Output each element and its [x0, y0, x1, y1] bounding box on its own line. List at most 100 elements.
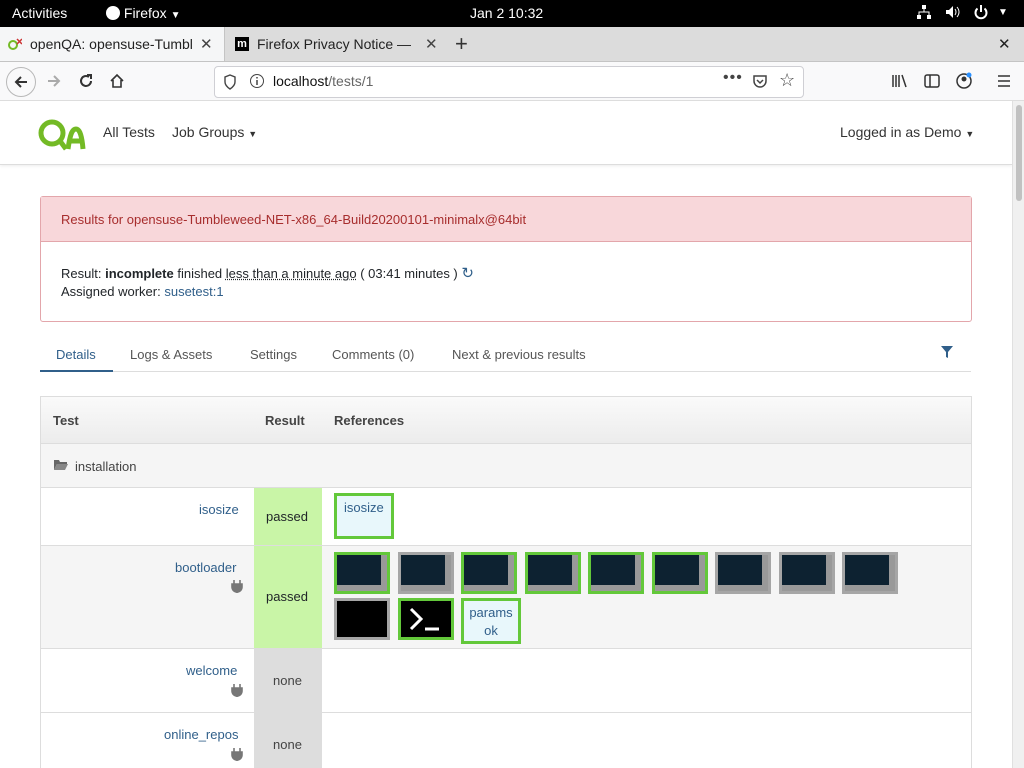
- power-icon[interactable]: [973, 4, 989, 23]
- tab-settings[interactable]: Settings: [250, 347, 297, 362]
- reference-isosize[interactable]: isosize: [334, 493, 394, 539]
- url-text: localhost/tests/1: [273, 73, 374, 89]
- sidebar-button[interactable]: [918, 68, 946, 94]
- caret-down-icon: ▼: [248, 129, 258, 139]
- account-button[interactable]: [950, 68, 978, 94]
- tab-openqa[interactable]: openQA: opensuse-Tumbl ✕: [0, 27, 225, 61]
- result-value: incomplete: [105, 266, 174, 281]
- menu-icon: [998, 75, 1010, 87]
- screenshot-thumbnail[interactable]: [652, 552, 708, 594]
- screenshot-thumbnail[interactable]: [334, 552, 390, 594]
- result-text: none: [273, 673, 302, 688]
- page-scrollbar[interactable]: [1012, 101, 1024, 768]
- time-ago: less than a minute ago: [225, 266, 357, 281]
- reload-icon: [80, 74, 92, 87]
- firefox-app-menu[interactable]: Firefox ▼: [106, 5, 180, 21]
- job-groups-dropdown[interactable]: Job Groups ▼: [172, 124, 257, 140]
- duration: ( 03:41 minutes ): [360, 266, 458, 281]
- page-actions-icon[interactable]: •••: [723, 69, 743, 87]
- openqa-navbar: All Tests Job Groups ▼ Logged in as Demo…: [0, 101, 1012, 165]
- col-references: References: [334, 413, 405, 428]
- close-window-button[interactable]: ✕: [998, 35, 1011, 53]
- activities-button[interactable]: Activities: [12, 5, 67, 21]
- forward-button[interactable]: [40, 68, 68, 94]
- screenshot-thumbnail[interactable]: [398, 552, 454, 594]
- web-page: All Tests Job Groups ▼ Logged in as Demo…: [0, 101, 1012, 768]
- tab-details-label: Details: [56, 347, 96, 362]
- tab-details[interactable]: Details: [40, 337, 113, 372]
- pocket-icon[interactable]: [752, 73, 768, 92]
- test-name-link[interactable]: bootloader: [175, 560, 236, 575]
- home-button[interactable]: [103, 68, 131, 94]
- col-result: Result: [265, 413, 305, 428]
- test-name-link[interactable]: isosize: [199, 502, 239, 517]
- table-row: welcome none: [41, 649, 971, 713]
- openqa-logo[interactable]: [38, 119, 86, 156]
- forward-arrow-icon: [48, 75, 61, 87]
- restart-icon[interactable]: ↻: [461, 265, 474, 282]
- openqa-favicon-icon: [8, 37, 23, 51]
- test-name-link[interactable]: online_repos: [164, 727, 238, 742]
- worker-line: Assigned worker: susetest:1: [61, 284, 224, 299]
- screenshot-thumbnail[interactable]: [334, 598, 390, 640]
- screenshot-thumbnail[interactable]: [525, 552, 581, 594]
- job-groups-label: Job Groups: [172, 124, 245, 140]
- back-arrow-icon: [14, 76, 27, 88]
- reload-button[interactable]: [72, 68, 100, 94]
- library-icon: [892, 74, 907, 88]
- result-panel: Results for opensuse-Tumbleweed-NET-x86_…: [40, 196, 972, 322]
- plug-icon: [231, 683, 243, 700]
- test-name-link[interactable]: welcome: [186, 663, 237, 678]
- result-line: Result: incomplete finished less than a …: [61, 264, 474, 282]
- col-test: Test: [53, 413, 79, 428]
- table-row: bootloader passed params ok: [41, 546, 971, 649]
- result-text: passed: [266, 589, 308, 604]
- user-menu-dropdown[interactable]: Logged in as Demo ▼: [840, 124, 974, 140]
- screenshot-thumbnail[interactable]: [779, 552, 835, 594]
- all-tests-link[interactable]: All Tests: [103, 124, 155, 140]
- shield-icon[interactable]: [223, 74, 237, 93]
- result-title: Results for opensuse-Tumbleweed-NET-x86_…: [61, 212, 527, 227]
- screenshot-thumbnail[interactable]: [842, 552, 898, 594]
- terminal-output-thumbnail[interactable]: [398, 598, 454, 640]
- back-button[interactable]: [6, 67, 36, 97]
- screenshot-thumbnail[interactable]: [461, 552, 517, 594]
- result-cell-none: none: [254, 649, 322, 712]
- volume-icon[interactable]: [944, 4, 960, 23]
- table-row: isosize passed isosize: [41, 488, 971, 546]
- url-bar[interactable]: localhost/tests/1 ••• ☆: [214, 66, 804, 98]
- tab-logs-assets[interactable]: Logs & Assets: [130, 347, 212, 362]
- library-button[interactable]: [886, 68, 914, 94]
- tab-comments[interactable]: Comments (0): [332, 347, 414, 362]
- tab-strip: openQA: opensuse-Tumbl ✕ m Firefox Priva…: [0, 27, 1024, 62]
- new-tab-button[interactable]: +: [455, 31, 468, 57]
- scrollbar-thumb[interactable]: [1016, 105, 1022, 201]
- chevron-down-icon: ▼: [170, 10, 181, 21]
- app-name: Firefox: [123, 5, 167, 21]
- network-icon[interactable]: [916, 4, 932, 23]
- tab-next-previous[interactable]: Next & previous results: [452, 347, 586, 362]
- reference-params-ok[interactable]: params ok: [461, 598, 521, 644]
- results-table: Test Result References installation isos…: [40, 396, 972, 768]
- gnome-top-bar: Activities Firefox ▼ Jan 2 10:32 ▼: [0, 0, 1024, 27]
- worker-link[interactable]: susetest:1: [164, 284, 223, 299]
- account-icon: [956, 72, 972, 89]
- close-tab-icon[interactable]: ✕: [200, 35, 213, 53]
- filter-icon[interactable]: [940, 345, 954, 362]
- home-icon: [110, 73, 124, 88]
- clock[interactable]: Jan 2 10:32: [470, 5, 543, 21]
- navigation-toolbar: localhost/tests/1 ••• ☆: [0, 62, 1024, 101]
- close-tab-icon[interactable]: ✕: [425, 35, 438, 53]
- folder-open-icon: [53, 458, 69, 474]
- hamburger-menu-button[interactable]: [990, 68, 1018, 94]
- firefox-icon: [106, 6, 120, 20]
- result-cell-passed: passed: [254, 546, 322, 648]
- bookmark-star-icon[interactable]: ☆: [779, 70, 795, 91]
- system-menu-chevron-icon[interactable]: ▼: [998, 7, 1008, 18]
- screenshot-thumbnail[interactable]: [588, 552, 644, 594]
- screenshot-thumbnail[interactable]: [715, 552, 771, 594]
- reference-label: params ok: [469, 605, 513, 638]
- info-icon[interactable]: [249, 73, 265, 92]
- tab-privacy-notice[interactable]: m Firefox Privacy Notice — ✕: [225, 27, 447, 61]
- logged-in-label: Logged in as Demo: [840, 124, 962, 140]
